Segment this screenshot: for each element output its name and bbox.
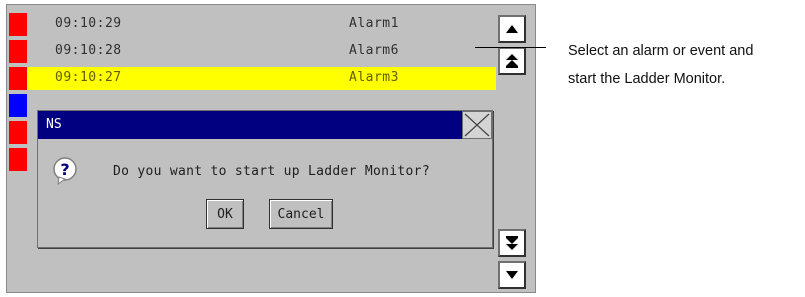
callout-line: start the Ladder Monitor. <box>568 71 726 87</box>
dialog-titlebar: NS <box>38 111 462 139</box>
alarm-row-selected[interactable]: 09:10:27 Alarm3 <box>9 67 496 90</box>
page-down-button[interactable] <box>498 229 526 257</box>
alarm-time: 09:10:29 <box>55 16 122 31</box>
cancel-button[interactable]: Cancel <box>269 199 333 229</box>
scroll-down-button[interactable] <box>498 261 526 289</box>
scroll-up-icon <box>506 25 518 33</box>
alarm-row[interactable]: 09:10:29 Alarm1 <box>9 13 496 36</box>
alarm-time: 09:10:28 <box>55 43 122 58</box>
callout-text: Select an alarm or event and start the L… <box>568 37 804 93</box>
alarm-name: Alarm6 <box>349 43 399 58</box>
callout-line: Select an alarm or event and <box>568 43 754 59</box>
close-button[interactable] <box>462 111 492 139</box>
page-up-button[interactable] <box>498 47 526 75</box>
confirm-dialog: NS ? Do you want to start up Ladder Moni… <box>37 110 493 248</box>
close-icon <box>464 113 490 137</box>
alarm-time: 09:10:27 <box>55 70 122 85</box>
alarm-name: Alarm1 <box>349 16 399 31</box>
alarm-marker <box>9 94 27 117</box>
svg-text:?: ? <box>60 160 69 179</box>
alarm-marker <box>9 67 27 90</box>
scroll-down-icon <box>506 271 518 279</box>
scroll-up-button[interactable] <box>498 15 526 43</box>
question-icon: ? <box>53 157 77 185</box>
alarm-marker <box>9 121 27 144</box>
callout-leader-line <box>475 47 546 48</box>
ok-button[interactable]: OK <box>206 199 244 229</box>
ns-screen: 09:10:29 Alarm1 09:10:28 Alarm6 09:10:27… <box>6 4 536 293</box>
alarm-marker <box>9 148 27 171</box>
alarm-marker <box>9 40 27 63</box>
alarm-row[interactable]: 09:10:28 Alarm6 <box>9 40 496 63</box>
page-up-icon <box>506 54 518 68</box>
dialog-title: NS <box>46 117 62 132</box>
dialog-message: Do you want to start up Ladder Monitor? <box>113 164 430 179</box>
alarm-marker <box>9 13 27 36</box>
page-down-icon <box>506 236 518 250</box>
alarm-name: Alarm3 <box>349 70 399 85</box>
